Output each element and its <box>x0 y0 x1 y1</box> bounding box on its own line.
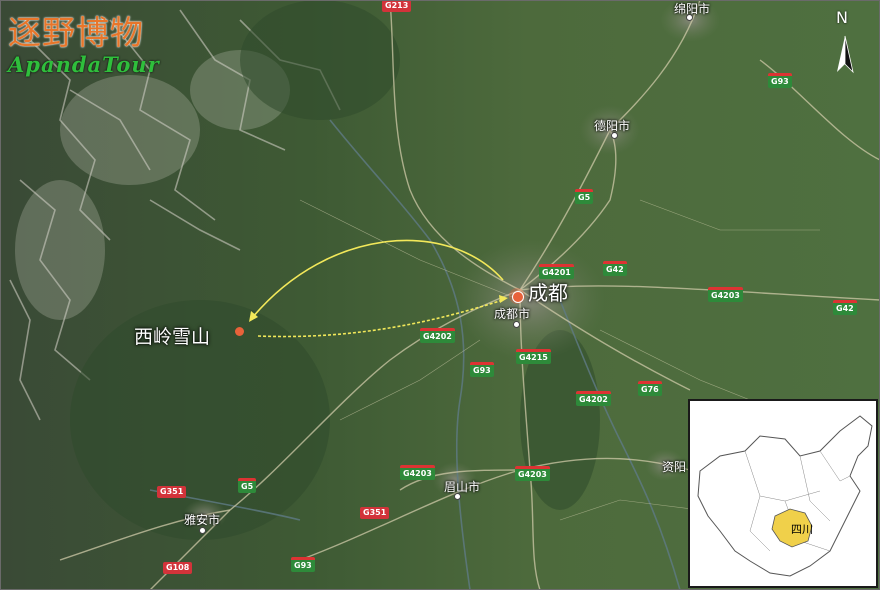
city-label-deyang: 德阳市 <box>594 119 631 133</box>
road-shield-g351-a: G351 <box>157 486 187 498</box>
inset-locator-map: 四川 <box>688 399 878 588</box>
road-shield-g4201: G4201 <box>539 264 574 279</box>
road-shield-g93-top: G93 <box>768 73 792 88</box>
road-shield-g5-south: G5 <box>238 478 257 493</box>
road-shield-g4203-a: G4203 <box>400 465 435 480</box>
chengdushi-dot <box>513 321 520 328</box>
road-shield-g4203-east: G4203 <box>708 287 743 302</box>
road-shield-g108: G108 <box>163 562 193 574</box>
road-shield-g93-mid: G93 <box>470 362 494 377</box>
city-label-chengdu-shi: 成都市 <box>494 307 531 321</box>
xiling-marker[interactable] <box>235 327 244 336</box>
road-shield-g4202-west: G4202 <box>420 328 455 343</box>
road-shield-g4215: G4215 <box>516 349 551 364</box>
road-shield-g93-bottom: G93 <box>291 557 315 572</box>
inset-province-label: 四川 <box>791 523 813 536</box>
city-label-meishan: 眉山市 <box>444 480 481 494</box>
road-shield-g76: G76 <box>638 381 662 396</box>
chengdu-label: 成都 <box>528 281 568 305</box>
logo-chinese-text: 逐野博物 <box>8 13 144 52</box>
yaan-dot <box>199 527 206 534</box>
road-shield-g42-a: G42 <box>603 261 627 276</box>
china-outline-map <box>697 415 873 577</box>
xiling-label: 西岭雪山 <box>134 326 211 348</box>
road-shield-g351-b: G351 <box>360 507 390 519</box>
north-arrow-icon <box>837 35 854 74</box>
city-label-ziyang: 资阳 <box>662 460 687 474</box>
road-shield-g4202-south: G4202 <box>576 391 611 406</box>
road-shield-g213: G213 <box>382 0 412 12</box>
chengdu-marker[interactable] <box>512 291 524 303</box>
road-shield-g42-b: G42 <box>833 300 857 315</box>
road-shield-g4203-b: G4203 <box>515 466 550 481</box>
logo-english-text: ApandaTour <box>8 52 160 77</box>
city-label-yaan: 雅安市 <box>184 513 221 527</box>
road-shield-g5-north: G5 <box>575 189 594 204</box>
city-label-mianyang: 绵阳市 <box>674 2 711 16</box>
map-view[interactable]: 逐野博物 ApandaTour N 成都 西岭雪山 绵阳市 德阳市 成都市 眉山… <box>0 0 880 590</box>
